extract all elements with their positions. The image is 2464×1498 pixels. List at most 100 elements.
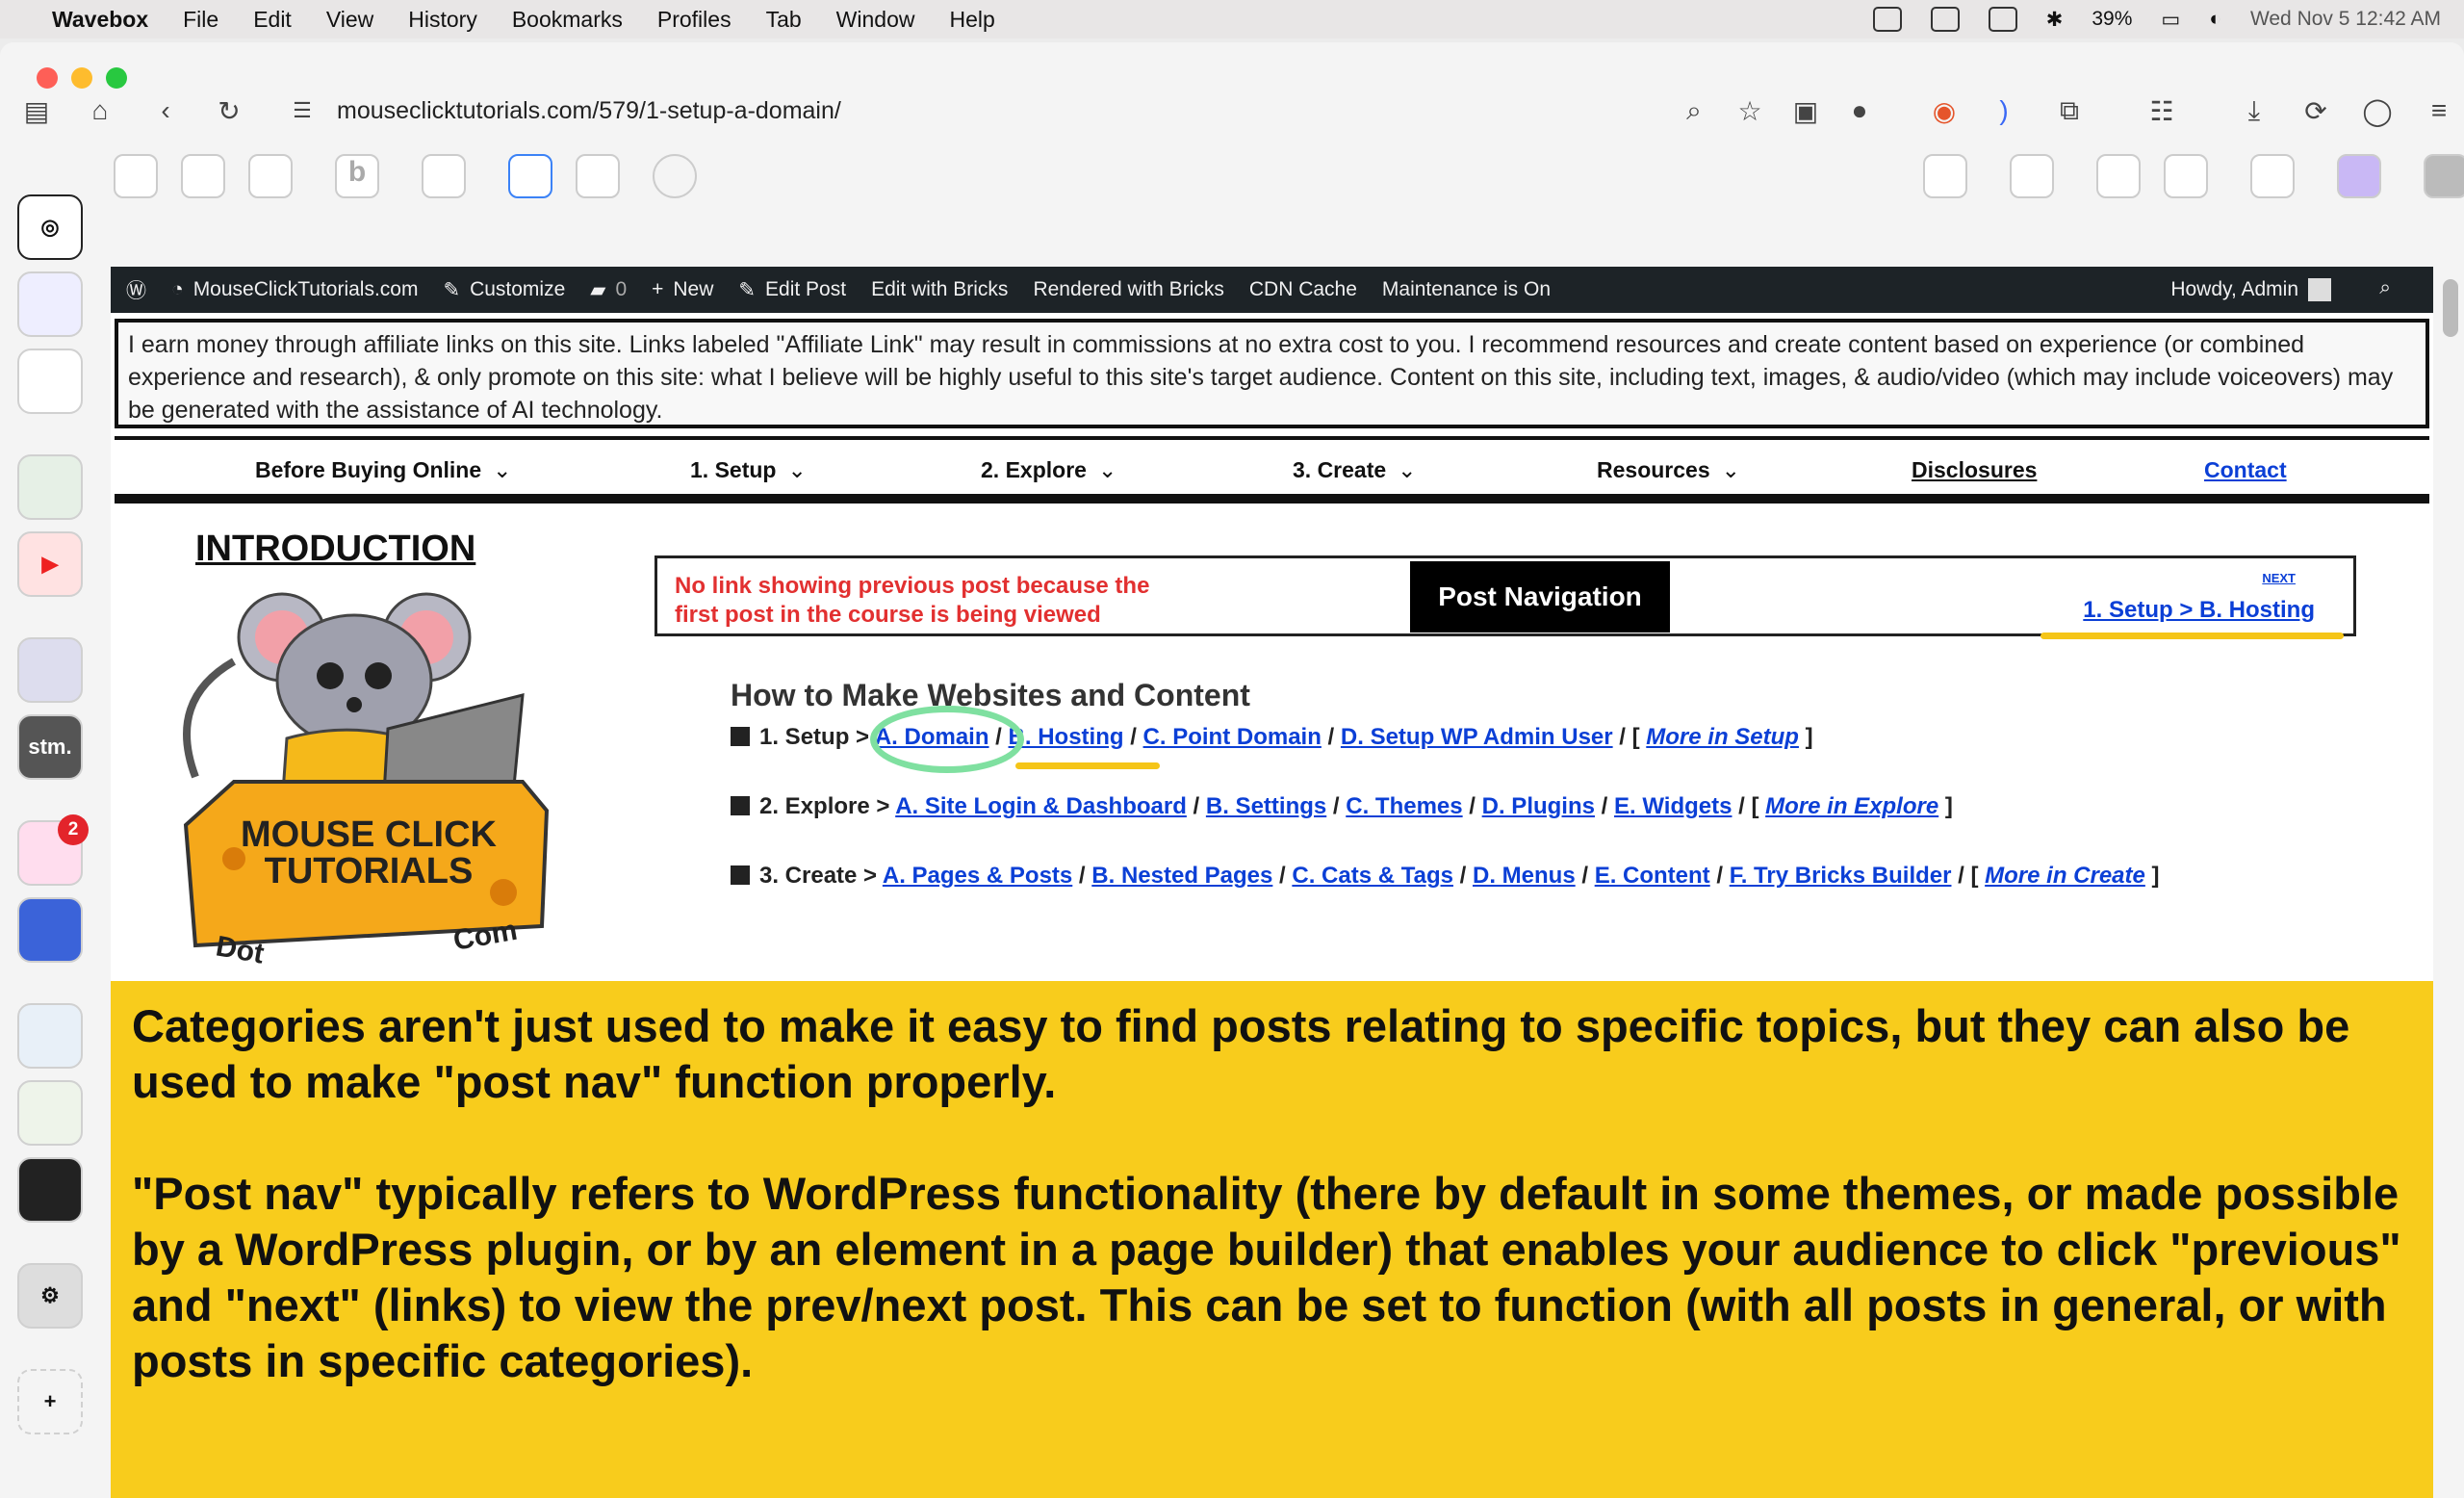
menu-icon[interactable]: ≡ [2420,91,2458,130]
tab-app-6-icon[interactable] [576,154,620,198]
home-icon[interactable]: ⌂ [81,91,119,130]
nav-explore[interactable]: 2. Explore ⌄ [981,457,1116,483]
link-explore-plugins[interactable]: D. Plugins [1482,793,1595,819]
tab-app-1-icon[interactable] [114,154,158,198]
status-app-icon[interactable] [1872,7,1902,32]
sidebar-settings-icon[interactable]: ⚙ [17,1263,83,1329]
sidebar-chatgpt-icon[interactable]: ◎ [17,194,83,260]
sidebar-namecheap-icon[interactable] [17,349,83,414]
tab-app-3-icon[interactable] [248,154,293,198]
bluetooth-icon[interactable]: ✱ [2046,8,2064,32]
wp-maintenance-link[interactable]: Maintenance is On [1382,278,1551,301]
tab-app-canva-icon[interactable] [2337,154,2381,198]
link-create-pages[interactable]: A. Pages & Posts [883,863,1072,889]
link-create-content[interactable]: E. Content [1595,863,1710,889]
menu-history[interactable]: History [408,7,477,33]
extension-orange-icon[interactable]: ◉ [1925,91,1964,130]
reader-mode-icon[interactable]: ▣ [1786,91,1825,130]
nav-setup[interactable]: 1. Setup ⌄ [690,457,807,483]
nav-resources[interactable]: Resources ⌄ [1597,457,1740,483]
link-setup-point-domain[interactable]: C. Point Domain [1143,724,1322,750]
tab-app-orange-icon[interactable] [1923,154,1967,198]
extensions-puzzle-icon[interactable]: ⧉ [2050,91,2089,130]
site-settings-icon[interactable]: ☰ [283,91,321,130]
nav-disclosures[interactable]: Disclosures [1912,457,2037,483]
tab-app-y1-icon[interactable] [2096,154,2141,198]
next-label[interactable]: NEXT [2262,571,2296,585]
sidebar-app-10-icon[interactable] [17,1003,83,1069]
nav-before-buying[interactable]: Before Buying Online ⌄ [255,457,511,483]
nav-create[interactable]: 3. Create ⌄ [1293,457,1416,483]
wp-cdn-cache-link[interactable]: CDN Cache [1249,278,1357,301]
reading-list-icon[interactable]: ☷ [2143,91,2181,130]
tab-app-b-icon[interactable]: b [335,154,379,198]
menu-view[interactable]: View [326,7,373,33]
downloads-icon[interactable]: ⤓ [2235,91,2273,130]
wp-edit-bricks-link[interactable]: Edit with Bricks [871,278,1008,301]
menu-window[interactable]: Window [836,7,915,33]
add-tab-icon[interactable] [653,154,697,198]
control-center-icon[interactable]: ◐ [2209,8,2221,31]
wp-comments-link[interactable]: ▰ 0 [590,278,627,302]
link-explore-widgets[interactable]: E. Widgets [1614,793,1732,819]
reload-icon[interactable]: ↻ [210,91,248,130]
link-explore-themes[interactable]: C. Themes [1346,793,1462,819]
back-icon[interactable]: ‹ [146,91,185,130]
link-more-setup[interactable]: More in Setup [1646,724,1799,750]
sidebar-app-12-icon[interactable] [17,1157,83,1223]
tab-app-y2-icon[interactable] [2164,154,2208,198]
menu-profiles[interactable]: Profiles [657,7,732,33]
tab-app-layers-icon[interactable] [2250,154,2295,198]
tab-app-2-icon[interactable] [181,154,225,198]
sidebar-app-4-icon[interactable] [17,454,83,520]
wp-new-link[interactable]: + New [652,278,713,301]
sync-icon[interactable]: ⟳ [2297,91,2335,130]
menu-tab[interactable]: Tab [766,7,802,33]
link-create-cats[interactable]: C. Cats & Tags [1292,863,1453,889]
sidebar-youtube-icon[interactable]: ▶ [17,531,83,597]
menu-app-name[interactable]: Wavebox [52,7,148,33]
sidebar-toggle-icon[interactable]: ▤ [17,91,56,130]
next-post-link[interactable]: 1. Setup > B. Hosting [2083,597,2315,624]
tab-app-active-icon[interactable] [508,154,552,198]
wp-search-icon[interactable]: ⌕ [2379,276,2391,299]
sidebar-sheets-icon[interactable] [17,1080,83,1146]
sidebar-app-8-icon[interactable]: 2 [17,814,89,886]
address-bar[interactable]: mouseclicktutorials.com/579/1-setup-a-do… [337,97,841,125]
menu-help[interactable]: Help [949,7,994,33]
account-icon[interactable]: ◯ [2358,91,2397,130]
wp-edit-post-link[interactable]: ✎ Edit Post [738,278,846,302]
battery-icon[interactable]: ▭ [2161,8,2180,32]
extension-audio-icon[interactable]: ) [1985,91,2023,130]
profile-dark-icon[interactable]: ● [1840,91,1879,130]
menu-file[interactable]: File [183,7,218,33]
link-more-create[interactable]: More in Create [1985,863,2145,889]
link-setup-hosting[interactable]: B. Hosting [1009,724,1124,750]
link-create-menus[interactable]: D. Menus [1473,863,1576,889]
zoom-icon[interactable]: ⌕ [1675,91,1713,130]
link-create-bricks[interactable]: F. Try Bricks Builder [1730,863,1952,889]
link-explore-login[interactable]: A. Site Login & Dashboard [895,793,1187,819]
bookmark-star-icon[interactable]: ☆ [1731,91,1769,130]
screenshot-icon[interactable] [1988,7,2017,32]
tab-app-px-icon[interactable] [2424,154,2464,198]
mouse-click-tutorials-logo[interactable]: MOUSE CLICK TUTORIALS Dot Com [176,584,561,965]
tab-app-txt-icon[interactable] [2010,154,2054,198]
menu-bookmarks[interactable]: Bookmarks [512,7,623,33]
wp-site-link[interactable]: ◔ MouseClickTutorials.com [171,278,418,301]
sidebar-app-6-icon[interactable] [17,637,83,703]
sidebar-stm-icon[interactable]: stm. [17,714,83,780]
wordpress-logo-icon[interactable]: Ⓦ [126,275,146,304]
battery-percent[interactable]: 39% [2092,8,2132,31]
nav-contact[interactable]: Contact [2204,457,2287,483]
wp-howdy-link[interactable]: Howdy, Admin [2170,278,2331,301]
sidebar-add-icon[interactable]: + [17,1369,83,1434]
page-scrollbar[interactable] [2443,279,2458,337]
wp-customize-link[interactable]: ✎ Customize [443,278,565,302]
sidebar-app-2-icon[interactable] [17,271,83,337]
menu-edit[interactable]: Edit [253,7,292,33]
link-explore-settings[interactable]: B. Settings [1206,793,1326,819]
menubar-clock[interactable]: Wed Nov 5 12:42 AM [2250,8,2441,31]
link-create-nested[interactable]: B. Nested Pages [1091,863,1272,889]
skype-icon[interactable] [1930,7,1960,32]
